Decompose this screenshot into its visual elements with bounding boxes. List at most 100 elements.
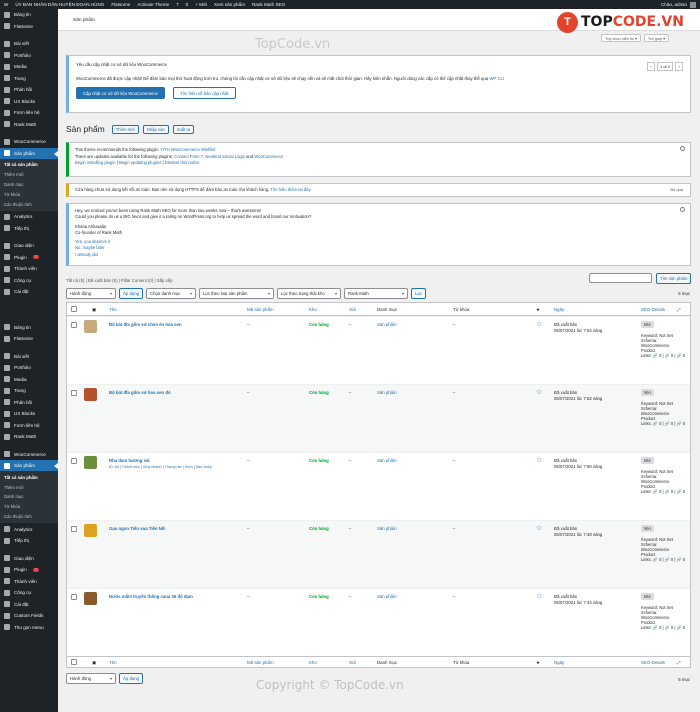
select-all-checkbox[interactable]	[71, 306, 77, 312]
filter-button[interactable]: Lọc	[411, 288, 426, 299]
submenu-item[interactable]: Thêm mới	[0, 482, 58, 492]
adminbar-account[interactable]: Chào, admin	[661, 0, 696, 9]
expand-icon[interactable]: ⤢	[677, 660, 681, 665]
adminbar-item[interactable]: W	[4, 2, 8, 7]
column-header-date[interactable]: Ngày	[554, 307, 564, 312]
adminbar-item[interactable]: 0	[186, 2, 189, 7]
sidebar-item[interactable]: WooCommerce	[0, 448, 58, 460]
star-icon[interactable]: ☆	[536, 457, 542, 464]
sidebar-item[interactable]: Form liên hệ	[0, 107, 58, 119]
close-icon[interactable]	[680, 207, 685, 212]
cell-cat[interactable]: Sản phẩm	[377, 526, 397, 531]
row-checkbox[interactable]	[71, 594, 77, 600]
cell-cat[interactable]: Sản phẩm	[377, 594, 397, 599]
column-header-stock[interactable]: Kho	[309, 660, 317, 665]
product-name-link[interactable]: Bộ bát đĩa gốm sứ chim én hoa sen	[109, 322, 182, 327]
screen-options-button[interactable]: Tùy chọn hiển thị ▾	[601, 34, 641, 42]
sidebar-item[interactable]: Rank Math	[0, 119, 58, 131]
bulk-action-select-bottom[interactable]: Hành động	[66, 673, 116, 684]
sidebar-item[interactable]: Rank Math	[0, 431, 58, 443]
product-name-link[interactable]: Bộ bát đĩa gốm sứ hoa sen đỏ	[109, 390, 171, 395]
column-header-price[interactable]: Giá	[349, 660, 356, 665]
sidebar-item[interactable]: Flatsome	[0, 333, 58, 345]
product-thumbnail[interactable]	[84, 592, 97, 605]
row-actions[interactable]: ID: 84 | Chỉnh sửa | Sửa nhanh | Thùng r…	[109, 465, 212, 469]
submenu-item[interactable]: Các thuộc tính	[0, 512, 58, 522]
wp-cli-link[interactable]: WP CLI	[489, 76, 504, 81]
product-thumbnail[interactable]	[84, 456, 97, 469]
sidebar-item[interactable]: Giao diện	[0, 240, 58, 252]
column-header-seo[interactable]: SEO Details	[641, 660, 665, 665]
pager-next-button[interactable]: ›	[675, 62, 683, 71]
rm-later-link[interactable]: No, maybe later	[75, 245, 105, 250]
adminbar-item[interactable]: + Mới	[195, 2, 207, 7]
bulk-action-select[interactable]: Hành động	[66, 288, 116, 299]
adminbar-item[interactable]: ỦY BAN NHÂN DÂN HUYỆN ĐOAN HÙNG	[15, 2, 104, 7]
submenu-item[interactable]: Danh mục	[0, 492, 58, 502]
sidebar-item[interactable]: Tiếp thị	[0, 222, 58, 234]
woocommerce-link[interactable]: WooCommerce	[254, 154, 283, 159]
row-checkbox[interactable]	[71, 322, 77, 328]
sidebar-item[interactable]: Bài viết	[0, 350, 58, 362]
star-icon[interactable]: ☆	[536, 525, 542, 532]
sidebar-item[interactable]: Media	[0, 373, 58, 385]
submenu-item[interactable]: Các thuộc tính	[0, 199, 58, 209]
cell-cat[interactable]: Sản phẩm	[377, 458, 397, 463]
sidebar-item[interactable]: Media	[0, 61, 58, 73]
product-thumbnail[interactable]	[84, 388, 97, 401]
category-select[interactable]: Chọn danh mục	[146, 288, 197, 299]
expand-icon[interactable]: ⤢	[677, 307, 681, 312]
sidebar-item[interactable]: Plugin 7	[0, 564, 58, 576]
type-select[interactable]: Lọc theo loại sản phẩm	[199, 288, 275, 299]
column-header-name[interactable]: Tên	[109, 307, 117, 312]
cf7-link[interactable]: Contact Form 7	[174, 154, 203, 159]
https-learn-more-link[interactable]: Tìm hiểu thêm tại đây.	[270, 187, 311, 192]
adminbar-item[interactable]: Rank Math SEO	[252, 2, 285, 7]
sidebar-item[interactable]: Flatsome	[0, 21, 58, 33]
column-header-seo[interactable]: SEO Details	[641, 307, 665, 312]
sidebar-item[interactable]: Công cụ	[0, 274, 58, 286]
sidebar-item[interactable]: Analytics	[0, 211, 58, 223]
sidebar-item[interactable]: Giao diện	[0, 552, 58, 564]
sidebar-item[interactable]: Phản hồi	[0, 84, 58, 96]
sidebar-item[interactable]: Phản hồi	[0, 396, 58, 408]
adminbar-item[interactable]: Activate Theme	[137, 2, 169, 7]
sidebar-item[interactable]: Thành viên	[0, 575, 58, 587]
star-icon[interactable]: ☆	[536, 593, 542, 600]
adminbar-item[interactable]: Flatsome	[111, 2, 130, 7]
column-header-price[interactable]: Giá	[349, 307, 356, 312]
submenu-item[interactable]: Tất cả sản phẩm	[0, 472, 58, 482]
select-all-checkbox[interactable]	[71, 659, 77, 665]
sidebar-item[interactable]: Tiếp thị	[0, 535, 58, 547]
nextend-link[interactable]: Nextend Social Login	[205, 154, 245, 159]
sidebar-item[interactable]: Công cụ	[0, 587, 58, 599]
add-new-button[interactable]: Thêm mới	[111, 124, 139, 134]
product-name-link[interactable]: Nước mắm truyền thống cana 35 độ đạm	[109, 594, 193, 599]
sidebar-item[interactable]: Bài viết	[0, 38, 58, 50]
sidebar-item[interactable]: Trang	[0, 385, 58, 397]
yith-link[interactable]: YITH WooCommerce Wishlist	[160, 147, 215, 152]
apply-button[interactable]: Áp dụng	[119, 288, 144, 299]
submenu-item[interactable]: Từ khóa	[0, 189, 58, 199]
product-thumbnail[interactable]	[84, 320, 97, 333]
sidebar-item[interactable]: Plugin 7	[0, 251, 58, 263]
sidebar-item[interactable]: Thành viên	[0, 263, 58, 275]
status-filter-links[interactable]: Tất cả (5) | Đã xuất bản (5) | Pillar Co…	[66, 278, 173, 283]
column-header-name[interactable]: Tên	[109, 660, 117, 665]
import-button[interactable]: Nhập vào	[142, 124, 169, 134]
sidebar-item[interactable]: UX Blocks	[0, 96, 58, 108]
submenu-item[interactable]: Danh mục	[0, 180, 58, 190]
column-header-stock[interactable]: Kho	[309, 307, 317, 312]
close-icon[interactable]	[680, 146, 685, 151]
sidebar-item[interactable]: Bảng tin	[0, 9, 58, 21]
sidebar-item[interactable]: Portfolio	[0, 362, 58, 374]
learn-update-button[interactable]: Tìm hiểu về bản cập nhật	[173, 87, 236, 99]
begin-installing-link[interactable]: Begin installing plugin	[75, 160, 116, 165]
star-icon[interactable]: ☆	[536, 389, 542, 396]
product-name-link[interactable]: Gạo ngon Tiến vua Tiên Nữ	[109, 526, 165, 531]
sidebar-item[interactable]: Portfolio	[0, 50, 58, 62]
product-thumbnail[interactable]	[84, 524, 97, 537]
pager-prev-button[interactable]: ‹	[646, 62, 655, 71]
stock-select[interactable]: Lọc theo trạng thái kho	[277, 288, 342, 299]
sidebar-item[interactable]: Form liên hệ	[0, 419, 58, 431]
